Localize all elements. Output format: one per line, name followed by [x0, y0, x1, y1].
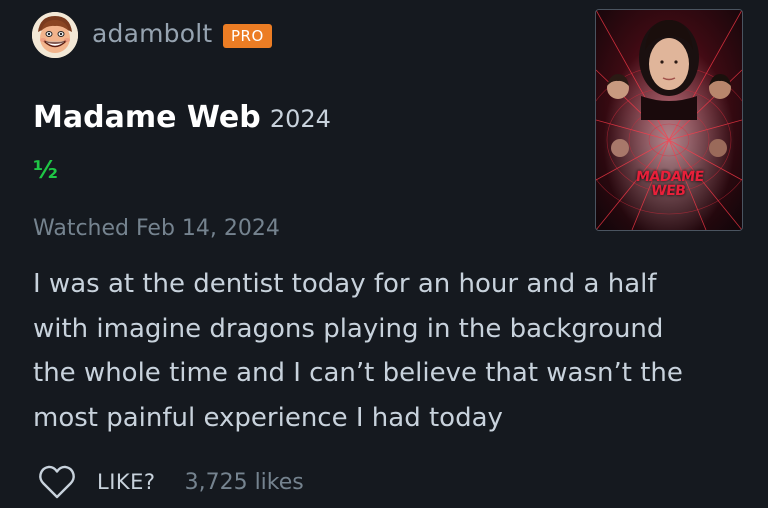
- star-rating: ½: [33, 156, 58, 184]
- pro-badge: PRO: [223, 24, 272, 48]
- like-button[interactable]: LIKE?: [97, 470, 156, 494]
- likes-count-link[interactable]: 3,725 likes: [185, 470, 304, 495]
- poster-title: MADAME WEB: [635, 169, 705, 199]
- watched-date: Watched Feb 14, 2024: [33, 216, 280, 241]
- cartoon-face-avatar-icon: [32, 12, 78, 58]
- film-year-link[interactable]: 2024: [270, 105, 331, 133]
- review-actions: LIKE? 3,725 likes: [38, 464, 304, 500]
- avatar[interactable]: [32, 12, 78, 58]
- film-heading: Madame Web 2024: [33, 100, 331, 135]
- film-poster[interactable]: MADAME WEB: [595, 9, 743, 231]
- heart-icon[interactable]: [38, 464, 76, 500]
- film-title-link[interactable]: Madame Web: [33, 100, 261, 135]
- review-text: I was at the dentist today for an hour a…: [33, 269, 683, 433]
- username-link[interactable]: adambolt: [92, 19, 212, 48]
